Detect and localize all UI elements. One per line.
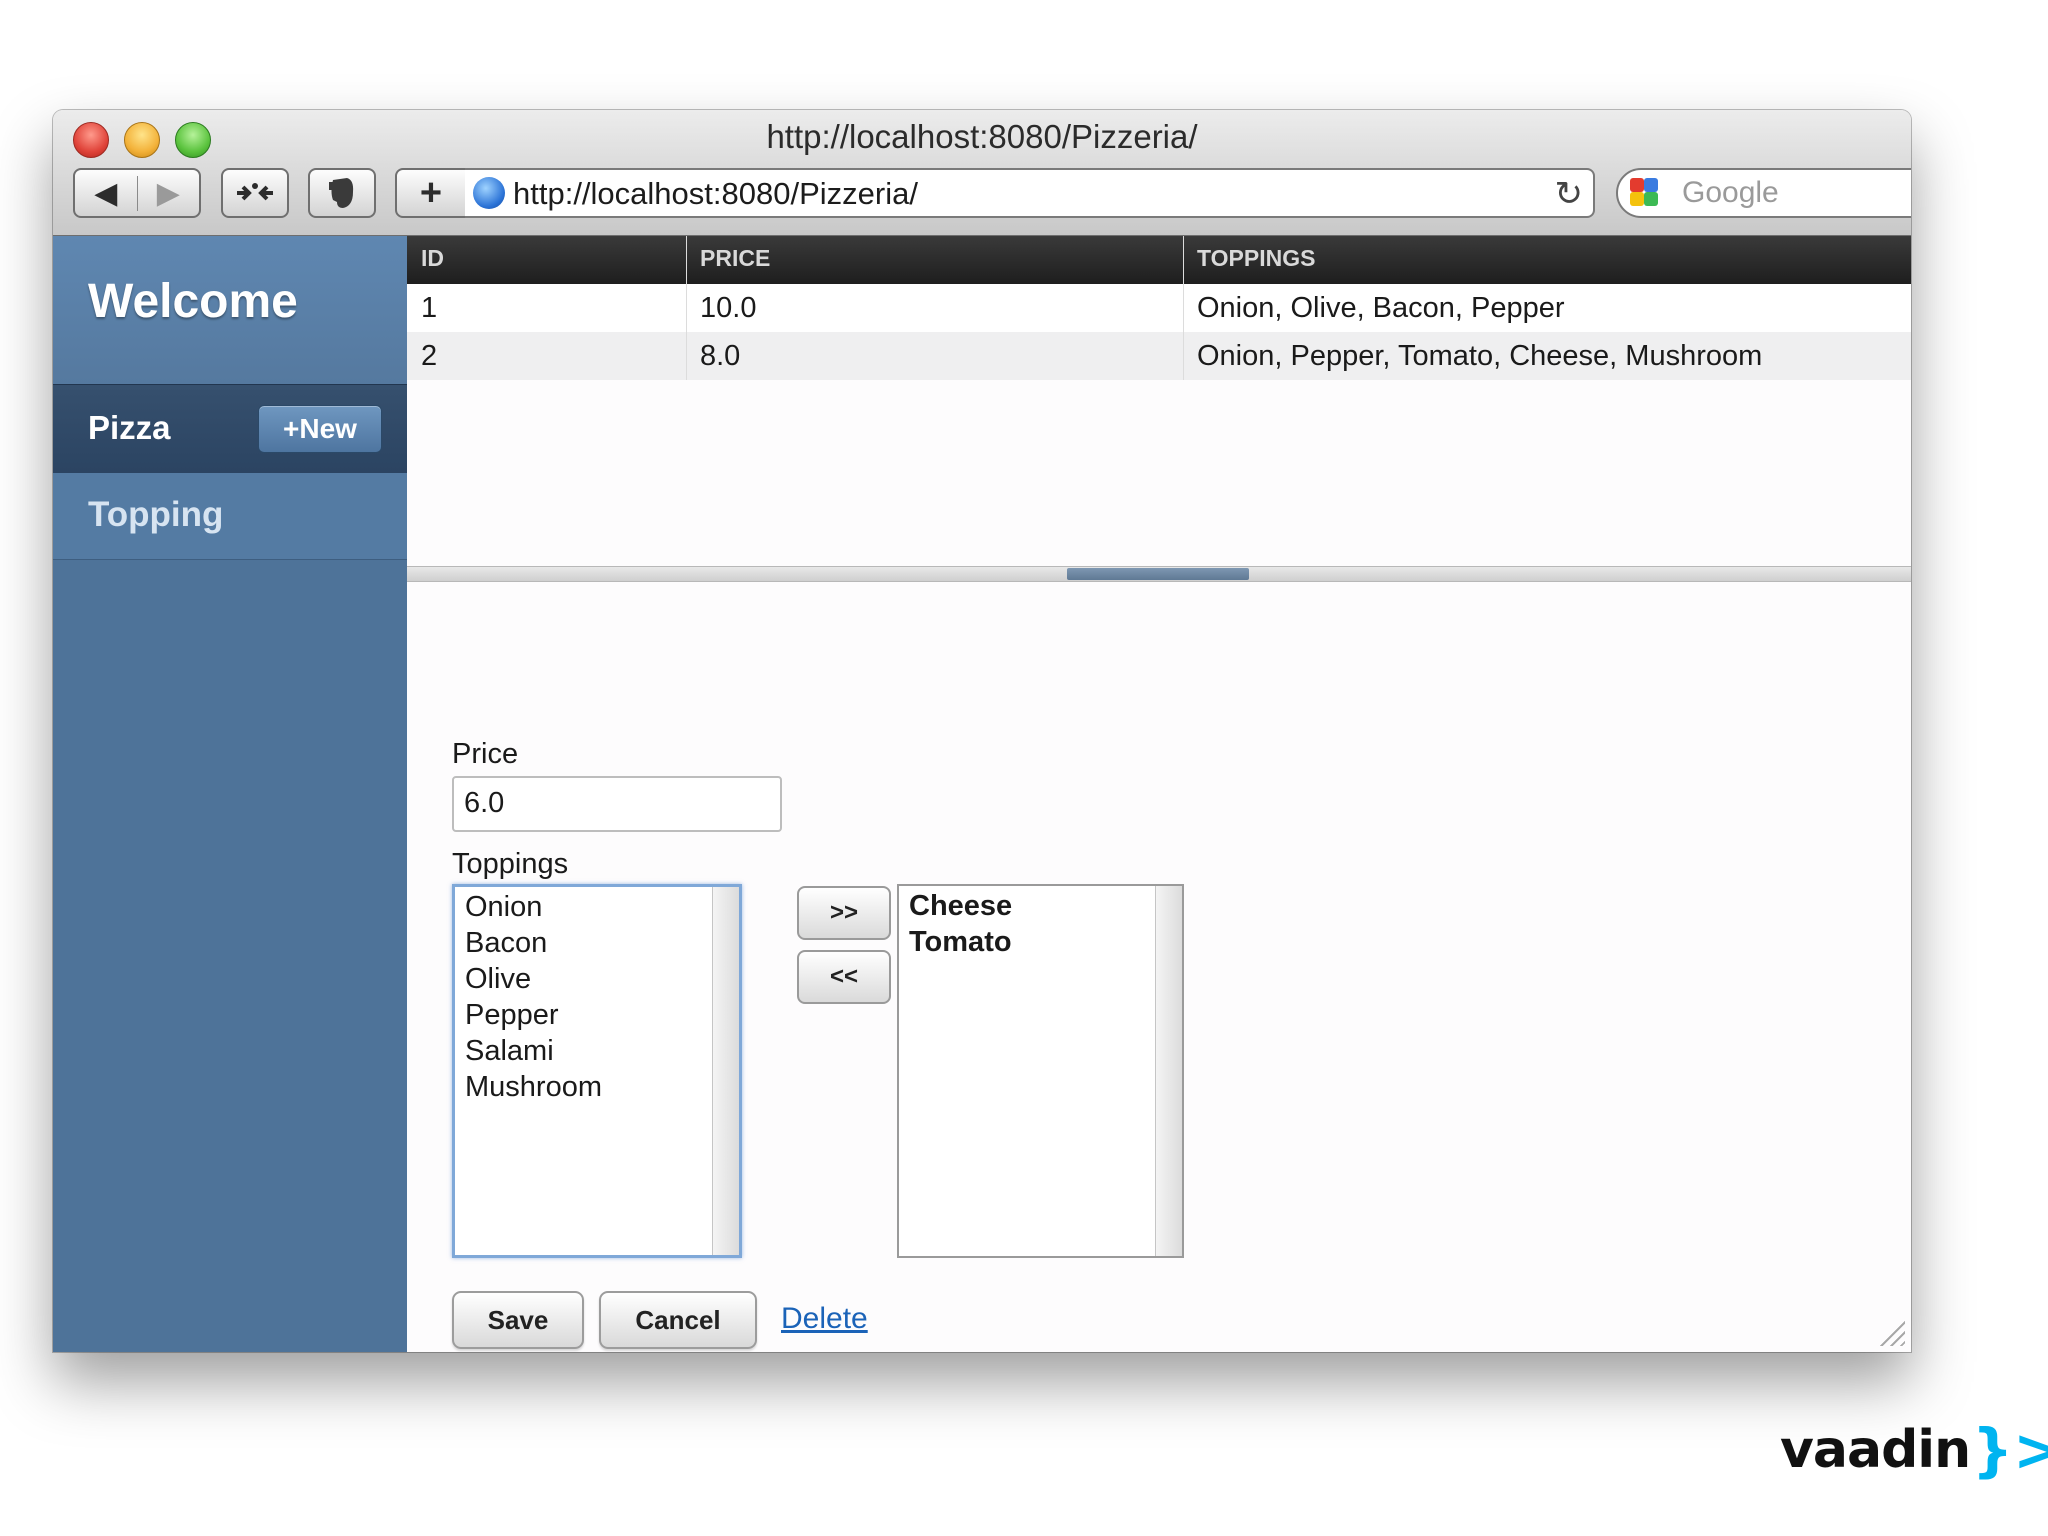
delete-link[interactable]: Delete xyxy=(781,1302,868,1336)
cancel-button[interactable]: Cancel xyxy=(599,1291,757,1349)
available-toppings-list[interactable]: Onion Bacon Olive Pepper Salami Mushroom xyxy=(452,884,742,1258)
column-header-price[interactable]: PRICE xyxy=(700,245,770,272)
cell-toppings: Onion, Pepper, Tomato, Cheese, Mushroom xyxy=(1197,340,1763,372)
price-input[interactable]: 6.0 xyxy=(452,776,782,832)
table-row[interactable]: 1 10.0 Onion, Olive, Bacon, Pepper xyxy=(407,284,1911,332)
list-item[interactable]: Bacon xyxy=(465,927,547,960)
list-item[interactable]: Tomato xyxy=(909,926,1012,959)
cell-id: 2 xyxy=(421,340,438,372)
welcome-header: Welcome xyxy=(53,236,407,384)
window-title: http://localhost:8080/Pizzeria/ xyxy=(766,118,1198,155)
list-item[interactable]: Olive xyxy=(465,963,531,996)
remove-topping-button[interactable]: << xyxy=(797,950,891,1004)
search-field[interactable]: Google xyxy=(1616,168,1911,218)
search-placeholder: Google xyxy=(1682,176,1779,209)
google-icon xyxy=(1630,178,1668,210)
save-button[interactable]: Save xyxy=(452,1291,584,1349)
add-bookmark-button[interactable]: + xyxy=(395,168,467,218)
toppings-label: Toppings xyxy=(452,848,569,880)
list-item[interactable]: Mushroom xyxy=(465,1071,602,1104)
resize-grip-icon[interactable] xyxy=(1879,1320,1905,1346)
cell-toppings: Onion, Olive, Bacon, Pepper xyxy=(1197,292,1565,324)
splitter-handle[interactable] xyxy=(1067,568,1249,580)
bookmarks-icon xyxy=(237,183,273,201)
back-forward-buttons: ◀ ▶ xyxy=(73,168,201,218)
list-item[interactable]: Pepper xyxy=(465,999,559,1032)
price-label: Price xyxy=(452,738,519,770)
add-topping-button[interactable]: >> xyxy=(797,886,891,940)
cell-id: 1 xyxy=(421,292,438,324)
address-bar[interactable]: http://localhost:8080/Pizzeria/ ↻ xyxy=(465,168,1595,218)
split-panel-divider[interactable] xyxy=(407,566,1911,582)
sidebar: Welcome Pizza +New Topping xyxy=(53,236,407,1352)
new-pizza-button[interactable]: +New xyxy=(258,405,382,453)
cell-price: 8.0 xyxy=(700,340,741,372)
column-header-toppings[interactable]: TOPPINGS xyxy=(1197,245,1315,272)
list-item[interactable]: Onion xyxy=(465,891,542,924)
sidebar-item-label: Pizza xyxy=(88,409,171,446)
evernote-icon xyxy=(329,178,354,208)
sidebar-item-pizza[interactable]: Pizza +New xyxy=(53,384,407,474)
plus-icon: + xyxy=(419,171,443,214)
scrollbar[interactable] xyxy=(1155,886,1182,1256)
vaadin-logo: vaadin xyxy=(1780,1420,1971,1480)
list-item[interactable]: Cheese xyxy=(909,890,1012,923)
browser-window: http://localhost:8080/Pizzeria/ ◀ ▶ + ht… xyxy=(53,110,1911,1352)
reload-icon[interactable]: ↻ xyxy=(1555,174,1584,214)
browser-toolbar: http://localhost:8080/Pizzeria/ ◀ ▶ + ht… xyxy=(53,110,1911,236)
column-divider xyxy=(1183,236,1184,380)
column-divider xyxy=(686,236,687,380)
list-item[interactable]: Salami xyxy=(465,1035,554,1068)
column-header-id[interactable]: ID xyxy=(421,245,444,272)
address-bar-text: http://localhost:8080/Pizzeria/ xyxy=(513,176,918,211)
table-header: ID PRICE TOPPINGS xyxy=(407,236,1911,284)
scrollbar[interactable] xyxy=(712,887,739,1255)
bookmarks-button[interactable] xyxy=(221,168,289,218)
sidebar-item-label: Topping xyxy=(88,495,224,534)
selected-toppings-list[interactable]: Cheese Tomato xyxy=(897,884,1184,1258)
globe-icon xyxy=(473,177,505,209)
cell-price: 10.0 xyxy=(700,292,757,324)
back-icon[interactable]: ◀ xyxy=(75,176,137,211)
main-panel: ID PRICE TOPPINGS 1 10.0 Onion, Olive, B… xyxy=(407,236,1911,1352)
sidebar-item-topping[interactable]: Topping xyxy=(53,473,407,560)
table-row[interactable]: 2 8.0 Onion, Pepper, Tomato, Cheese, Mus… xyxy=(407,332,1911,380)
forward-icon[interactable]: ▶ xyxy=(136,175,200,211)
vaadin-logo-mark: }> xyxy=(1972,1416,2048,1484)
welcome-title: Welcome xyxy=(88,275,298,328)
evernote-button[interactable] xyxy=(308,168,376,218)
